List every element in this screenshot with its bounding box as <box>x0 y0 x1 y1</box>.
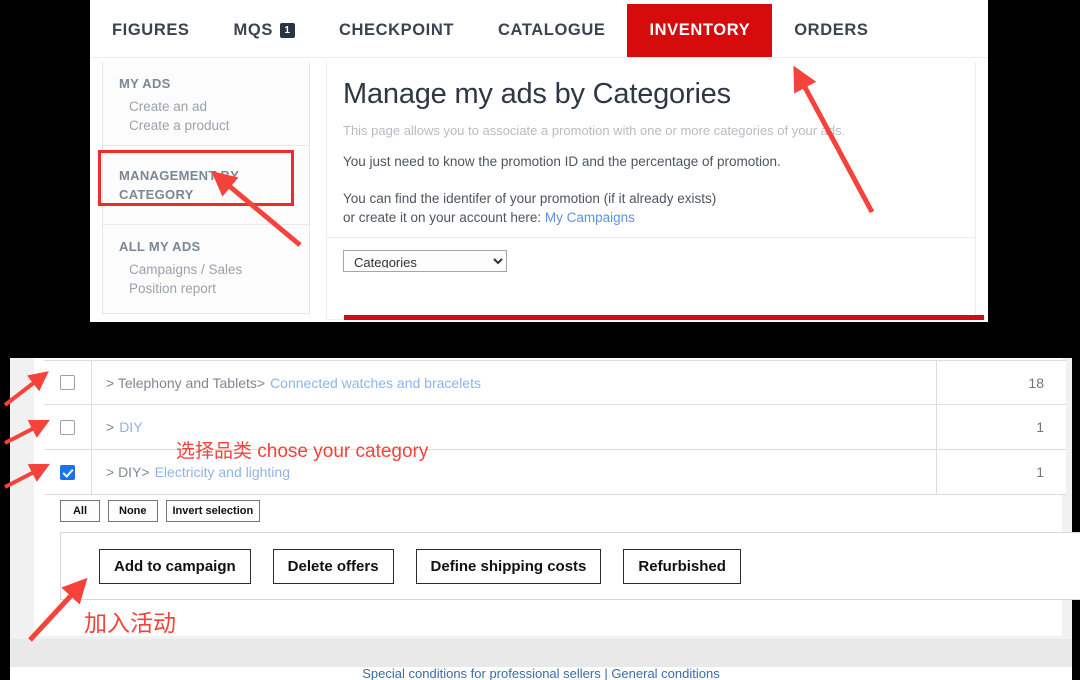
nav-item-figures[interactable]: FIGURES <box>90 4 212 57</box>
sidebar-heading-my-ads: MY ADS <box>119 76 171 91</box>
my-campaigns-link[interactable]: My Campaigns <box>545 210 635 225</box>
page-line-3: You can find the identifer of your promo… <box>343 189 959 227</box>
row-checkbox-cell[interactable] <box>44 361 92 404</box>
mqs-count-badge: 1 <box>279 23 295 38</box>
define-shipping-costs-button[interactable]: Define shipping costs <box>415 548 602 584</box>
page-line-3b: or create it on your account here: <box>343 210 542 225</box>
divider <box>327 237 975 238</box>
nav-label: MQS <box>233 21 273 39</box>
nav-label: FIGURES <box>112 21 190 39</box>
nav-item-mqs[interactable]: MQS 1 <box>212 4 317 57</box>
sidebar-item-campaigns-sales[interactable]: Campaigns / Sales <box>103 260 309 279</box>
nav-label: CHECKPOINT <box>338 21 455 39</box>
category-select[interactable]: Categories <box>343 250 507 272</box>
row-category-cell: > DIY <box>92 419 936 435</box>
row-checkbox[interactable] <box>60 419 75 435</box>
sidebar-item-management-by-category[interactable]: MANAGEMENT BY CATEGORY <box>103 158 309 214</box>
category-breadcrumb: > Telephony and Tablets> <box>106 374 266 391</box>
row-count-cell: 1 <box>936 405 1066 449</box>
sidebar-group-management-by-category[interactable]: MANAGEMENT BY CATEGORY <box>103 146 309 225</box>
footer-separator <box>10 639 1072 667</box>
nav-label: INVENTORY <box>649 21 751 39</box>
nav-label: CATALOGUE <box>498 21 606 39</box>
row-checkbox-cell[interactable] <box>44 450 92 494</box>
page-title: Manage my ads by Categories <box>343 78 731 110</box>
row-category-cell: > DIY> Electricity and lighting <box>92 464 936 480</box>
nav-item-catalogue[interactable]: CATALOGUE <box>476 4 627 57</box>
row-count-cell: 1 <box>936 450 1066 494</box>
row-checkbox[interactable] <box>60 375 75 390</box>
annotation-choose-category: 选择品类 chose your category <box>176 441 429 462</box>
table-row[interactable]: > Telephony and Tablets> Connected watche… <box>44 360 1066 405</box>
nav-item-checkpoint[interactable]: CHECKPOINT <box>317 4 476 57</box>
category-leaf-link[interactable]: Electricity and lighting <box>150 464 290 480</box>
select-none-button[interactable]: None <box>108 500 158 522</box>
sidebar-group-my-ads: MY ADS Create an ad Create a product <box>103 62 309 146</box>
panel-body: MY ADS Create an ad Create a product MAN… <box>90 58 988 322</box>
screenshot-root: FIGURES MQS 1 CHECKPOINT CATALOGUE INVEN… <box>0 0 1080 680</box>
row-count-cell: 18 <box>936 361 1066 404</box>
page-line-3a: You can find the identifer of your promo… <box>343 191 717 206</box>
category-table: > Telephony and Tablets> Connected watche… <box>44 360 1066 495</box>
delete-offers-button[interactable]: Delete offers <box>272 548 394 584</box>
add-to-campaign-button[interactable]: Add to campaign <box>99 548 251 584</box>
sidebar: MY ADS Create an ad Create a product MAN… <box>102 62 310 314</box>
inventory-sheet: > Telephony and Tablets> Connected watche… <box>34 358 1080 636</box>
refurbished-button[interactable]: Refurbished <box>623 548 741 584</box>
category-leaf-link[interactable]: Connected watches and bracelets <box>265 375 481 391</box>
sidebar-group-all-my-ads: ALL MY ADS Campaigns / Sales Position re… <box>103 225 309 308</box>
category-breadcrumb: > <box>106 419 115 435</box>
seller-portal-panel: FIGURES MQS 1 CHECKPOINT CATALOGUE INVEN… <box>90 0 988 322</box>
red-accent-bar <box>344 315 984 320</box>
sidebar-item-create-an-ad[interactable]: Create an ad <box>103 97 309 116</box>
category-leaf-link[interactable]: DIY <box>114 419 142 435</box>
sidebar-heading-all-my-ads: ALL MY ADS <box>119 239 201 254</box>
main-content-card: Manage my ads by Categories This page al… <box>326 62 976 320</box>
nav-item-orders[interactable]: ORDERS <box>772 4 890 57</box>
nav-label: ORDERS <box>794 21 869 39</box>
category-breadcrumb: > DIY> <box>106 464 150 480</box>
selection-buttons: All None Invert selection <box>60 500 261 522</box>
row-checkbox[interactable] <box>60 464 75 480</box>
bulk-actions-bar: Add to campaign Delete offers Define shi… <box>60 532 1080 600</box>
main-navigation: FIGURES MQS 1 CHECKPOINT CATALOGUE INVEN… <box>90 4 988 58</box>
footer-conditions-link[interactable]: Special conditions for professional sell… <box>10 667 1072 680</box>
row-checkbox-cell[interactable] <box>44 405 92 449</box>
sidebar-item-position-report[interactable]: Position report <box>103 279 309 298</box>
annotation-join-campaign: 加入活动 <box>84 610 176 636</box>
page-line-2: You just need to know the promotion ID a… <box>343 154 781 169</box>
row-category-cell: > Telephony and Tablets> Connected watche… <box>92 375 936 391</box>
footer: Special conditions for professional sell… <box>10 667 1072 680</box>
select-all-button[interactable]: All <box>60 500 100 522</box>
nav-item-inventory[interactable]: INVENTORY <box>627 4 773 57</box>
page-intro-text: This page allows you to associate a prom… <box>343 123 846 138</box>
bulk-actions-row: Add to campaign Delete offers Define shi… <box>61 533 1080 599</box>
sidebar-item-create-a-product[interactable]: Create a product <box>103 116 309 135</box>
invert-selection-button[interactable]: Invert selection <box>165 500 261 522</box>
